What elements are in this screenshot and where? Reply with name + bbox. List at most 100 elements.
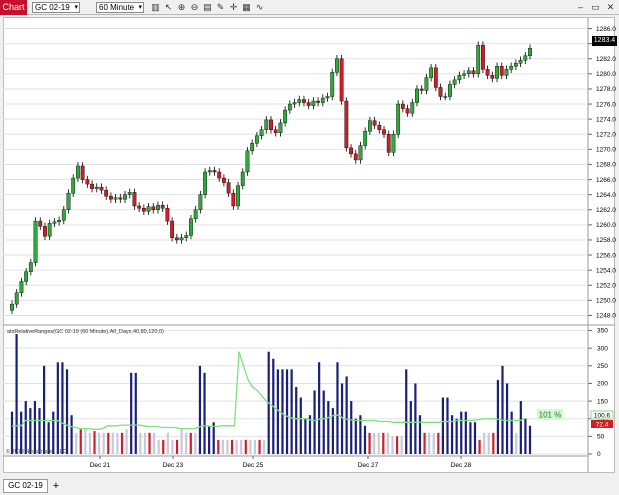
indicator-bar xyxy=(226,439,229,454)
indicator-bar xyxy=(405,369,408,454)
price-tick-label: 1274.0 xyxy=(596,116,616,123)
candle-down xyxy=(306,102,311,106)
candle-down xyxy=(302,99,306,103)
x-axis-label: Dec 28 xyxy=(451,462,472,469)
indicator-bar xyxy=(382,432,385,454)
chart-canvas[interactable]: 1286.01284.01282.01280.01278.01276.01274… xyxy=(0,0,619,495)
candle-up xyxy=(466,70,471,75)
indicator-bar xyxy=(487,432,490,454)
price-tick-label: 1276.0 xyxy=(596,101,616,108)
candle-up xyxy=(396,103,401,135)
indicator-bar xyxy=(281,369,284,454)
candle-up xyxy=(283,109,288,124)
candle-up xyxy=(123,194,127,200)
indicator-bar xyxy=(97,432,101,454)
candle-up xyxy=(189,218,193,236)
candle-down xyxy=(419,88,424,91)
candle-down xyxy=(382,129,386,135)
indicator-bar xyxy=(221,439,224,454)
candle-up xyxy=(76,165,80,179)
candle-up xyxy=(127,192,132,195)
candle-down xyxy=(165,208,170,222)
candle-up xyxy=(24,271,29,282)
price-tick-label: 1256.0 xyxy=(596,252,616,259)
add-tab-button[interactable]: + xyxy=(50,479,62,493)
indicator-bar xyxy=(42,365,46,454)
indicator-bar xyxy=(492,432,495,454)
indicator-bar xyxy=(65,369,69,454)
indicator-bar xyxy=(400,436,403,454)
percent-text: 101 % xyxy=(539,411,562,420)
indicator-bar xyxy=(336,362,339,454)
indicator-bar xyxy=(455,418,458,454)
candle-down xyxy=(80,165,85,180)
indicator-bar xyxy=(285,369,289,454)
indicator-tick-label: 350 xyxy=(597,328,608,335)
indicator-bar xyxy=(263,439,266,454)
candle-up xyxy=(278,122,283,133)
candle-down xyxy=(132,192,137,207)
candle-up xyxy=(358,145,363,161)
indicator-bar xyxy=(38,408,41,454)
price-tick-label: 1268.0 xyxy=(596,162,616,169)
price-tick-label: 1280.0 xyxy=(596,71,616,78)
indicator-bar xyxy=(496,379,500,454)
indicator-bar xyxy=(437,432,440,454)
indicator-bar xyxy=(249,439,252,454)
candle-down xyxy=(212,170,217,173)
candle-down xyxy=(137,205,142,209)
indicator-bar xyxy=(79,429,82,454)
candle-up xyxy=(504,69,509,76)
candle-up xyxy=(113,197,118,200)
indicator-bar xyxy=(464,411,467,454)
indicator-bar xyxy=(377,432,380,454)
tab-gc-02-19[interactable]: GC 02-19 xyxy=(3,479,48,493)
candle-up xyxy=(452,79,457,85)
indicator-bar xyxy=(414,383,417,454)
candle-down xyxy=(104,189,109,197)
candle-up xyxy=(28,262,33,272)
indicator-bar xyxy=(318,362,321,454)
candle-up xyxy=(363,131,368,146)
indicator-bar xyxy=(70,415,73,454)
indicator-bar xyxy=(308,415,312,454)
candle-up xyxy=(415,88,419,103)
indicator-bar xyxy=(395,436,399,454)
candle-up xyxy=(311,100,316,106)
candle-up xyxy=(71,177,76,194)
price-tick-label: 1272.0 xyxy=(596,131,616,138)
indicator-bar xyxy=(15,334,18,454)
x-axis-label: Dec 27 xyxy=(358,462,379,469)
indicator-bar xyxy=(143,432,147,454)
indicator-bar xyxy=(505,383,509,454)
price-tick-label: 1248.0 xyxy=(596,313,616,320)
candle-down xyxy=(85,179,90,185)
indicator-bar xyxy=(345,376,348,454)
candle-up xyxy=(297,99,302,103)
indicator-bar xyxy=(10,411,14,454)
candle-down xyxy=(217,171,222,179)
indicator-bar xyxy=(102,432,105,454)
candle-up xyxy=(443,96,448,98)
indicator-bar xyxy=(20,411,23,454)
candle-up xyxy=(513,63,518,67)
indicator-bar xyxy=(313,390,316,454)
indicator-bar xyxy=(460,411,463,454)
candle-up xyxy=(429,67,434,78)
candle-down xyxy=(349,147,353,155)
candle-up xyxy=(47,223,52,237)
indicator-bar xyxy=(230,439,234,454)
indicator-bar xyxy=(441,397,445,454)
candle-down xyxy=(160,205,165,209)
indicator-bar xyxy=(350,401,353,454)
candle-up xyxy=(330,72,335,97)
indicator-tick-label: 250 xyxy=(597,363,608,370)
indicator-bar xyxy=(478,439,481,454)
price-tick-label: 1270.0 xyxy=(596,147,616,154)
indicator-bar xyxy=(185,432,188,454)
candle-up xyxy=(240,171,245,186)
indicator-bar xyxy=(194,432,197,454)
indicator-bar xyxy=(253,439,257,454)
indicator-bar xyxy=(29,408,32,454)
candle-up xyxy=(259,129,264,136)
